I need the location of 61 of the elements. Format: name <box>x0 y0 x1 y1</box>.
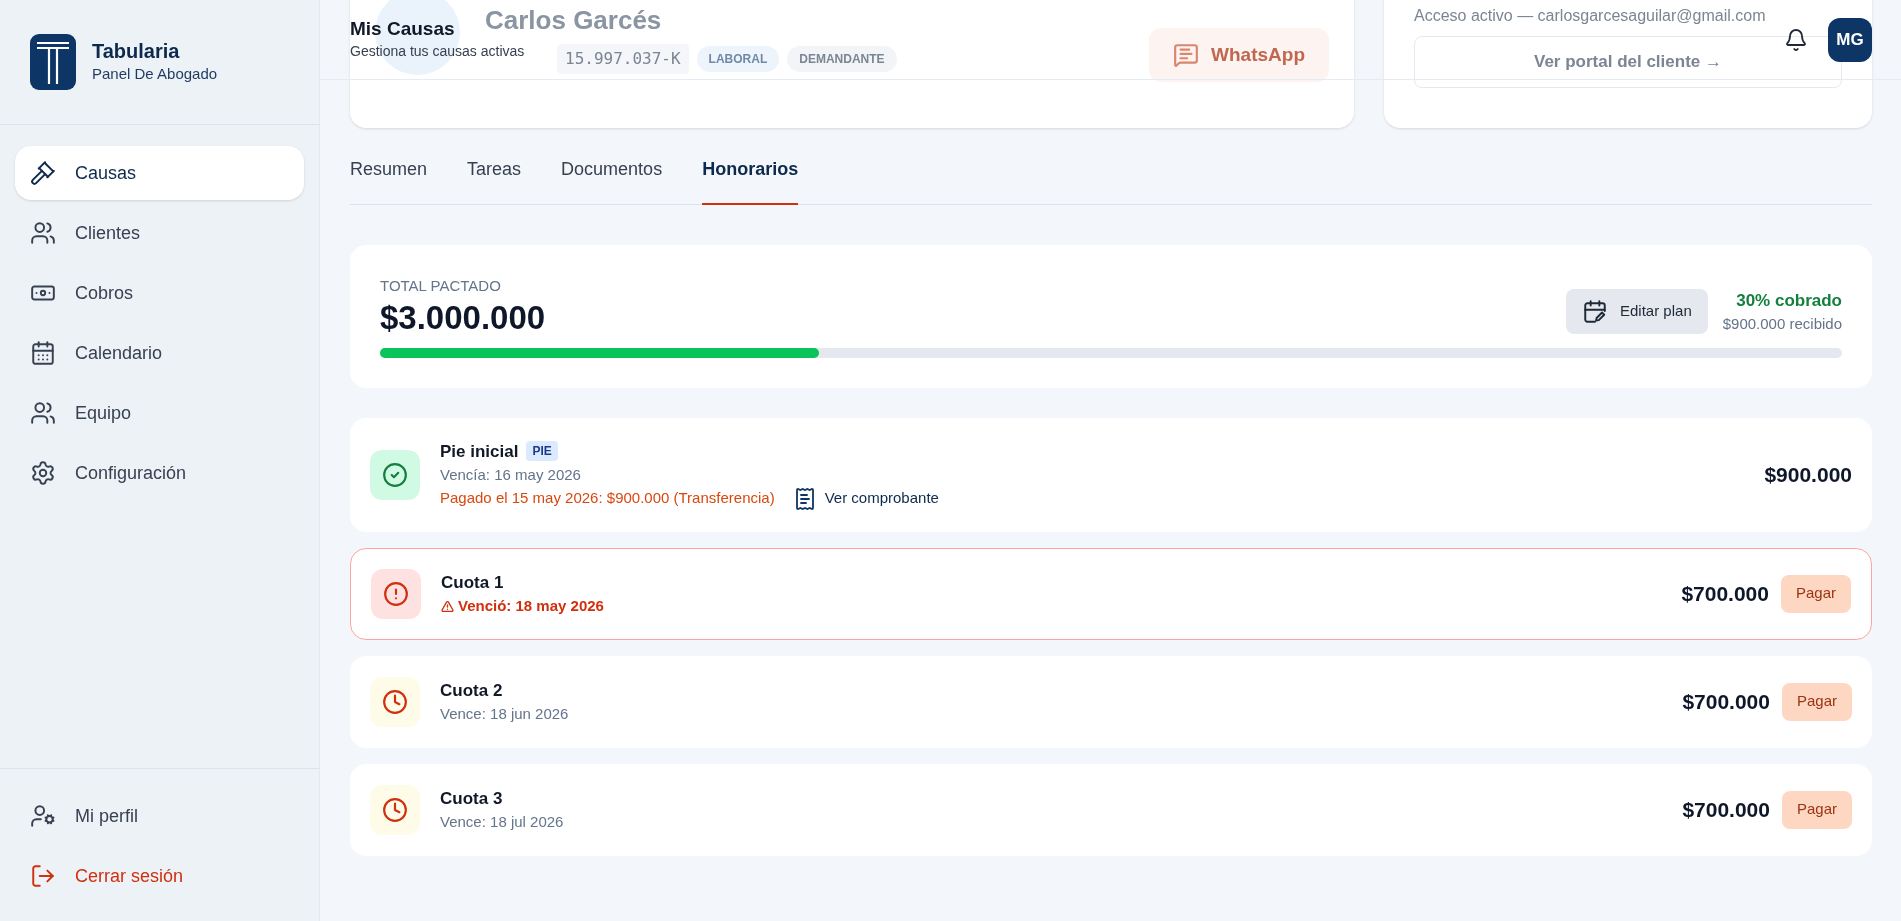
clock-icon <box>382 688 408 715</box>
calendar-edit-icon <box>1582 298 1608 325</box>
collected-percent: 30% cobrado <box>1736 289 1842 312</box>
whatsapp-button[interactable]: WhatsApp <box>1149 28 1329 82</box>
settings-icon <box>30 460 56 486</box>
users-icon <box>30 220 56 246</box>
tab[interactable]: Documentos <box>561 156 663 205</box>
access-status: Acceso activo — carlosgarcesaguilar@gmail.com <box>1414 6 1767 26</box>
due-date: Vence: 18 jun 2026 <box>440 704 569 724</box>
installment-title: Cuota 1 <box>441 571 504 594</box>
nav-item[interactable]: Calendario <box>15 326 304 380</box>
logo-icon <box>30 34 76 90</box>
due-date: Vencía: 16 may 2026 <box>440 465 582 485</box>
user-settings-icon <box>30 803 56 829</box>
check-circle-icon <box>382 461 408 488</box>
installment-title: Cuota 2 <box>440 679 503 702</box>
logout-link[interactable]: Cerrar sesión <box>15 849 304 903</box>
nav-item[interactable]: Cobros <box>15 266 304 320</box>
installment-title: Pie inicial <box>440 440 519 463</box>
installment-badge: PIE <box>526 441 558 462</box>
clock-icon <box>382 796 408 823</box>
nav-item[interactable]: Equipo <box>15 386 304 440</box>
case-tag: LABORAL <box>696 46 780 72</box>
installment-amount: $700.000 <box>1681 580 1769 607</box>
total-amount: $3.000.000 <box>380 297 546 338</box>
installment-amount: $700.000 <box>1682 688 1770 715</box>
logout-icon <box>30 863 56 889</box>
pay-button[interactable]: Pagar <box>1781 790 1852 829</box>
pay-button[interactable]: Pagar <box>1781 682 1852 721</box>
client-name: Carlos Garcés <box>485 4 663 36</box>
user-avatar[interactable]: MG <box>1828 17 1872 62</box>
edit-plan-button[interactable]: Editar plan <box>1566 289 1708 334</box>
brand-name: Tabularia <box>92 38 181 63</box>
tab[interactable]: Resumen <box>350 156 428 205</box>
alert-circle-icon <box>383 580 409 607</box>
total-label: TOTAL PACTADO <box>380 276 502 296</box>
page-subtitle: Gestiona tus causas activas <box>350 42 525 61</box>
tab[interactable]: Tareas <box>467 156 522 205</box>
calendar-icon <box>30 340 56 366</box>
nav-item[interactable]: Causas <box>15 146 304 200</box>
notification-icon[interactable] <box>1784 27 1808 52</box>
due-date: Venció: 18 may 2026 <box>458 596 604 616</box>
due-date: Vence: 18 jul 2026 <box>440 812 564 832</box>
gavel-icon <box>30 160 56 186</box>
receipt-link[interactable]: Ver comprobante <box>792 486 939 511</box>
case-tag: DEMANDANTE <box>787 46 897 72</box>
installment-amount: $700.000 <box>1682 796 1770 823</box>
users-icon <box>30 400 56 426</box>
received-amount: $900.000 recibido <box>1722 314 1842 334</box>
nav-item[interactable]: Clientes <box>15 206 304 260</box>
installment-title: Cuota 3 <box>440 787 503 810</box>
rut-tag: 15.997.037-K <box>557 44 689 74</box>
pay-button[interactable]: Pagar <box>1780 574 1851 613</box>
payment-info: Pagado el 15 may 2026: $900.000 (Transferencia) <box>440 488 775 509</box>
warning-icon <box>441 599 454 613</box>
installment-amount: $900.000 <box>1764 461 1852 488</box>
nav-item[interactable]: Configuración <box>15 446 304 500</box>
profile-link[interactable]: Mi perfil <box>15 789 304 843</box>
brand-tagline: Panel De Abogado <box>92 63 218 84</box>
chat-icon <box>1173 42 1200 68</box>
tab[interactable]: Honorarios <box>702 156 799 205</box>
